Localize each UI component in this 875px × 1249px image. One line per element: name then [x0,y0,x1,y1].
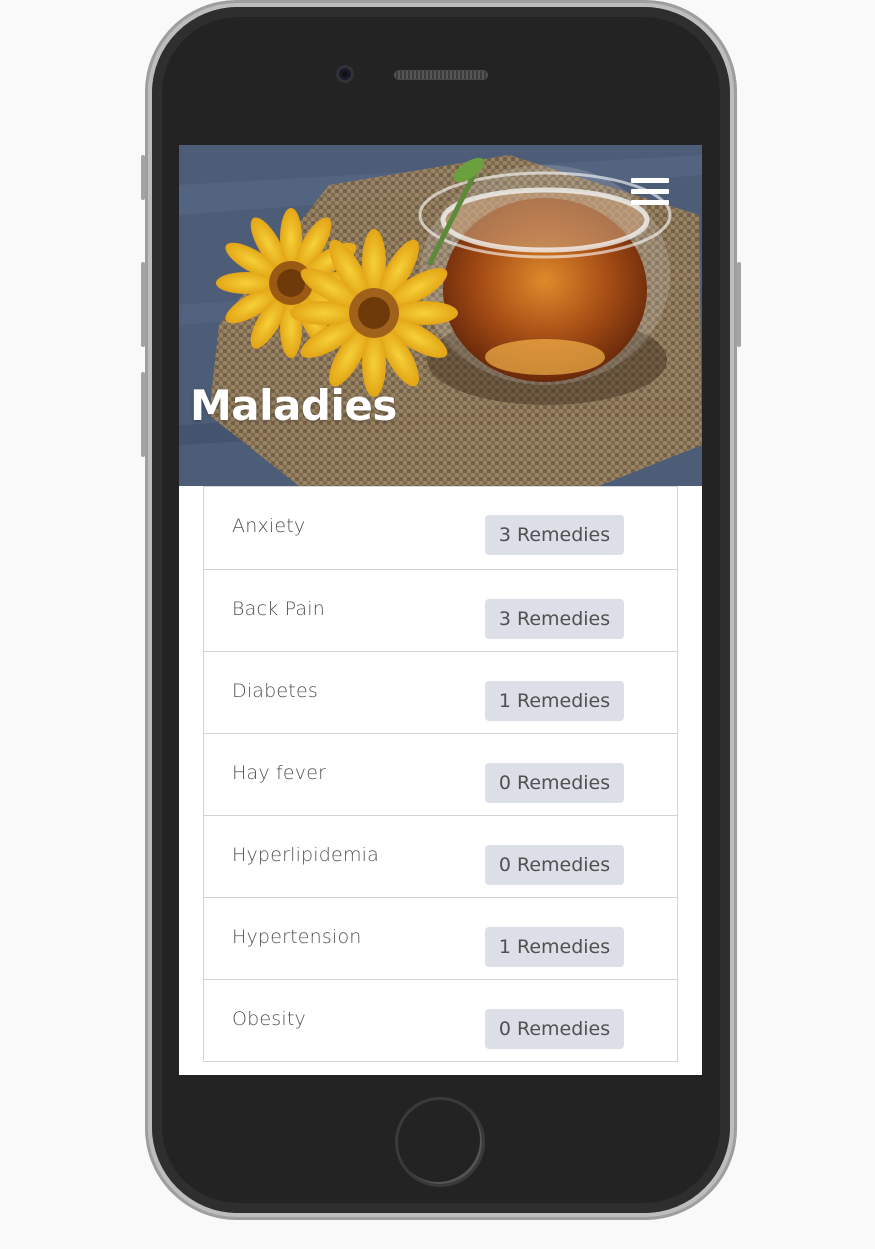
remedies-badge: 3 Remedies [485,515,624,555]
earpiece-speaker [394,70,488,80]
home-button[interactable] [395,1097,485,1187]
list-item[interactable]: Obesity 0 Remedies [203,980,678,1062]
list-item[interactable]: Back Pain 3 Remedies [203,570,678,652]
remedies-badge: 0 Remedies [485,845,624,885]
front-camera [336,65,354,83]
power-button [737,262,741,347]
remedies-badge: 0 Remedies [485,763,624,803]
page-title: Maladies [190,381,397,430]
malady-name: Hypertension [232,926,362,948]
remedies-badge: 1 Remedies [485,681,624,721]
remedies-badge: 0 Remedies [485,1009,624,1049]
list-item[interactable]: Hay fever 0 Remedies [203,734,678,816]
malady-name: Obesity [232,1008,306,1030]
maladies-list: Anxiety 3 Remedies Back Pain 3 Remedies … [203,486,678,1062]
malady-name: Anxiety [232,515,306,537]
malady-name: Diabetes [232,680,318,702]
hero-banner: Maladies [179,145,702,486]
tea-flowers-photo [179,145,702,486]
list-item[interactable]: Hypertension 1 Remedies [203,898,678,980]
remedies-badge: 3 Remedies [485,599,624,639]
list-item[interactable]: Anxiety 3 Remedies [203,486,678,570]
volume-up-button [141,262,145,347]
list-item[interactable]: Diabetes 1 Remedies [203,652,678,734]
remedies-badge: 1 Remedies [485,927,624,967]
list-item[interactable]: Hyperlipidemia 0 Remedies [203,816,678,898]
malady-name: Hyperlipidemia [232,844,379,866]
hamburger-menu-icon[interactable] [631,178,669,210]
malady-name: Back Pain [232,598,325,620]
volume-down-button [141,372,145,457]
malady-name: Hay fever [232,762,327,784]
mute-switch [141,155,145,200]
app-screen: Maladies Anxiety 3 Remedies Back Pain 3 … [179,145,702,1075]
